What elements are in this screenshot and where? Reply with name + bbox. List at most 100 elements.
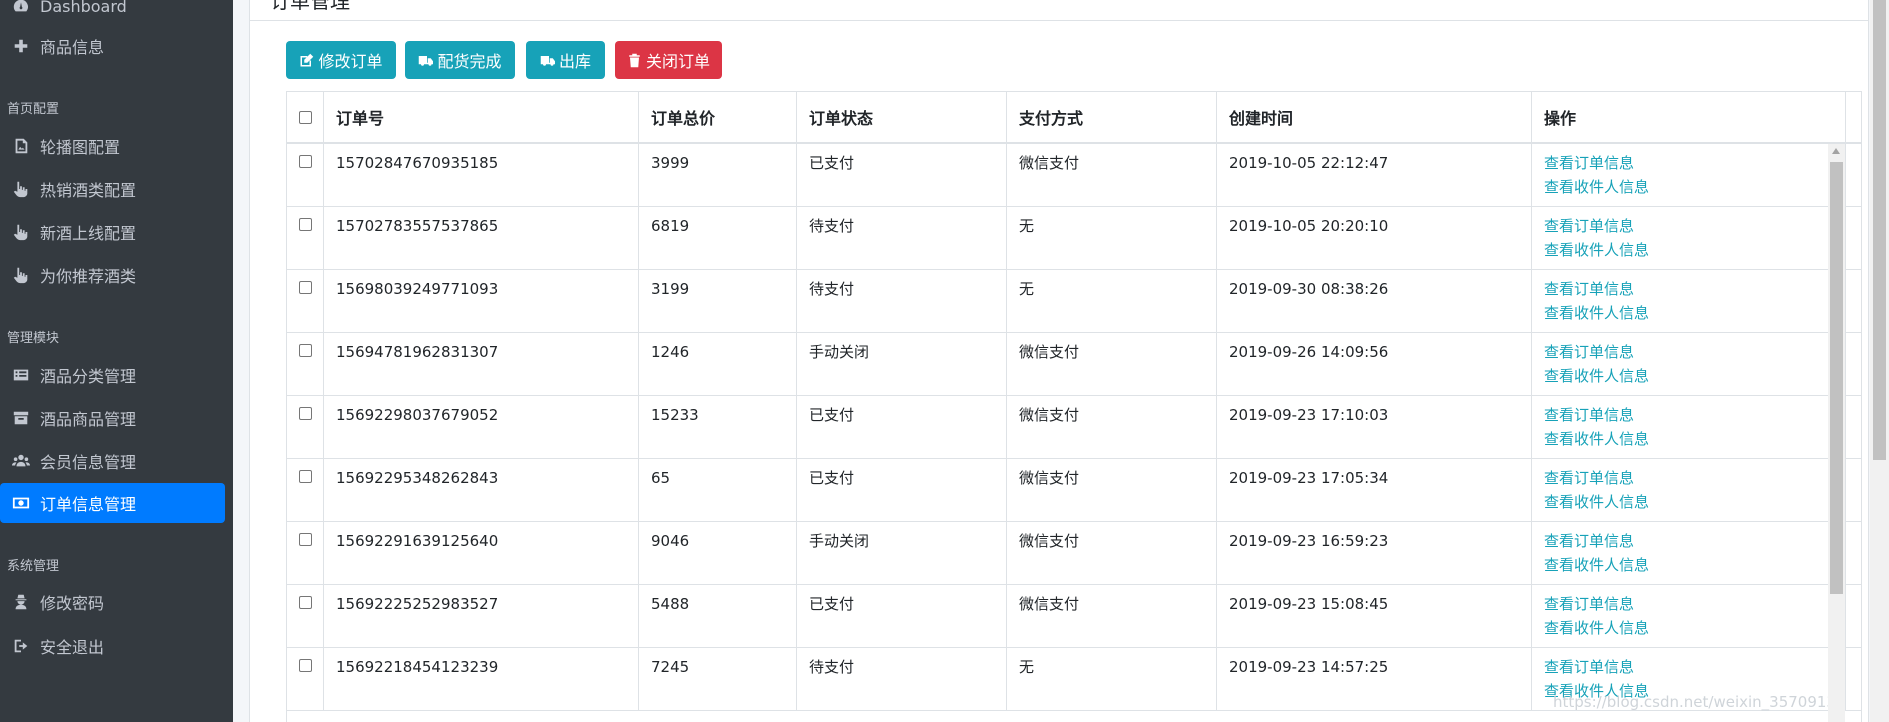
ops-cell: 查看订单信息 查看收件人信息	[1532, 459, 1846, 521]
view-order-link[interactable]: 查看订单信息	[1544, 151, 1845, 175]
view-order-link[interactable]: 查看订单信息	[1544, 277, 1845, 301]
sidebar-item-hot-wine[interactable]: 热销酒类配置	[0, 169, 225, 209]
outbound-button[interactable]: 出库	[526, 41, 605, 79]
order-no-cell: 15702783557537865	[324, 207, 639, 269]
pay-method-cell: 微信支付	[1007, 522, 1217, 584]
ops-cell: 查看订单信息 查看收件人信息	[1532, 333, 1846, 395]
view-order-link[interactable]: 查看订单信息	[1544, 592, 1845, 616]
view-order-link[interactable]: 查看订单信息	[1544, 466, 1845, 490]
sidebar-item-label: 商品信息	[40, 38, 105, 57]
edit-order-button[interactable]: 修改订单	[286, 41, 396, 79]
row-checkbox[interactable]	[299, 470, 312, 483]
table-row: 15698039249771093 3199 待支付无 2019-09-30 08:3…	[287, 270, 1861, 333]
row-checkbox[interactable]	[299, 659, 312, 672]
ops-cell: 查看订单信息 查看收件人信息	[1532, 522, 1846, 584]
close-order-button[interactable]: 关闭订单	[615, 41, 722, 79]
order-no-cell: 15698039249771093	[324, 270, 639, 332]
order-no-cell: 15694781962831307	[324, 333, 639, 395]
row-checkbox[interactable]	[299, 596, 312, 609]
sidebar-item-goods[interactable]: 酒品商品管理	[0, 398, 225, 438]
plus-icon	[10, 35, 32, 57]
row-checkbox[interactable]	[299, 344, 312, 357]
row-select-cell	[287, 522, 324, 584]
sidebar-item-label: 轮播图配置	[40, 138, 121, 157]
total-cell: 6819	[639, 207, 797, 269]
created-time-cell: 2019-09-23 16:59:23	[1217, 522, 1532, 584]
sidebar-item-label: 酒品分类管理	[40, 367, 137, 386]
sidebar-item-label: 新酒上线配置	[40, 224, 137, 243]
total-cell: 7245	[639, 648, 797, 710]
sidebar-item-products[interactable]: 商品信息	[0, 26, 225, 66]
total-cell: 5488	[639, 585, 797, 647]
table-row: 15702847670935185 3999 已支付 微信支付 2019-10-05 2…	[287, 144, 1861, 207]
sidebar-item-members[interactable]: 会员信息管理	[0, 441, 225, 481]
view-order-link[interactable]: 查看订单信息	[1544, 529, 1845, 553]
created-time-cell: 2019-10-05 22:12:47	[1217, 144, 1532, 206]
table-scrollbar[interactable]	[1828, 144, 1845, 722]
status-cell: 手动关闭	[797, 522, 1007, 584]
view-order-link[interactable]: 查看订单信息	[1544, 214, 1845, 238]
sidebar-item-logout[interactable]: 安全退出	[0, 626, 225, 666]
view-receiver-link[interactable]: 查看收件人信息	[1544, 427, 1845, 451]
status-cell: 已支付	[797, 144, 1007, 206]
view-receiver-link[interactable]: 查看收件人信息	[1544, 616, 1845, 640]
table-row: 15694781962831307 1246 手动关闭 微信支付 2019-09-26 …	[287, 333, 1861, 396]
main-content: 订单管理 修改订单 配货完成 出库 关闭订单 订单号 订单总价 订单状态 支付方…	[233, 0, 1889, 722]
page-scrollbar-thumb[interactable]	[1873, 0, 1886, 460]
select-all-checkbox[interactable]	[299, 110, 312, 124]
row-checkbox[interactable]	[299, 407, 312, 420]
view-order-link[interactable]: 查看订单信息	[1544, 655, 1845, 679]
page-scrollbar[interactable]	[1870, 0, 1889, 722]
scroll-up-arrow-icon[interactable]	[1832, 148, 1840, 154]
table-row: 15692298037679052 15233 已支付 微信支付 2019-09-23 …	[287, 396, 1861, 459]
view-receiver-link[interactable]: 查看收件人信息	[1544, 238, 1845, 262]
list-alt-icon	[10, 364, 32, 386]
table-row: 15702783557537865 6819 待支付无 2019-10-05 20:2…	[287, 207, 1861, 270]
sign-out-icon	[10, 635, 32, 657]
sidebar-item-recommend[interactable]: 为你推荐酒类	[0, 255, 225, 295]
sidebar-item-carousel[interactable]: 轮播图配置	[0, 126, 225, 166]
header-order-no: 订单号	[324, 92, 639, 142]
view-receiver-link[interactable]: 查看收件人信息	[1544, 553, 1845, 577]
row-select-cell	[287, 144, 324, 206]
table-scrollbar-thumb[interactable]	[1830, 162, 1843, 594]
header-status: 订单状态	[797, 92, 1007, 142]
status-cell: 手动关闭	[797, 333, 1007, 395]
total-cell: 3999	[639, 144, 797, 206]
nav-header-management: 管理模块	[7, 331, 60, 346]
view-order-link[interactable]: 查看订单信息	[1544, 340, 1845, 364]
card-divider	[250, 20, 1868, 21]
sidebar-item-dashboard[interactable]: Dashboard	[0, 0, 225, 26]
row-checkbox[interactable]	[299, 281, 312, 294]
page-title: 订单管理	[270, 0, 350, 13]
pay-method-cell: 微信支付	[1007, 144, 1217, 206]
table-row: 15692225252983527 5488 已支付 微信支付 2019-09-23 1…	[287, 585, 1861, 648]
sidebar-item-new-wine[interactable]: 新酒上线配置	[0, 212, 225, 252]
order-no-cell: 15702847670935185	[324, 144, 639, 206]
view-receiver-link[interactable]: 查看收件人信息	[1544, 364, 1845, 388]
row-select-cell	[287, 207, 324, 269]
status-cell: 待支付	[797, 270, 1007, 332]
total-cell: 3199	[639, 270, 797, 332]
view-receiver-link[interactable]: 查看收件人信息	[1544, 301, 1845, 325]
table-row: 15692291639125640 9046 手动关闭 微信支付 2019-09-23 …	[287, 522, 1861, 585]
row-checkbox[interactable]	[299, 533, 312, 546]
row-select-cell	[287, 333, 324, 395]
sidebar-item-change-password[interactable]: 修改密码	[0, 582, 225, 622]
sidebar-item-orders[interactable]: 订单信息管理	[0, 483, 225, 523]
trash-icon	[629, 53, 640, 67]
view-order-link[interactable]: 查看订单信息	[1544, 403, 1845, 427]
hand-pointer-icon	[10, 221, 32, 243]
row-select-cell	[287, 585, 324, 647]
sidebar-item-label: 热销酒类配置	[40, 181, 137, 200]
sidebar-item-label: Dashboard	[40, 0, 127, 16]
row-checkbox[interactable]	[299, 218, 312, 231]
image-icon	[10, 135, 32, 157]
status-cell: 已支付	[797, 459, 1007, 521]
dashboard-icon	[10, 0, 32, 17]
row-checkbox[interactable]	[299, 155, 312, 168]
view-receiver-link[interactable]: 查看收件人信息	[1544, 175, 1845, 199]
view-receiver-link[interactable]: 查看收件人信息	[1544, 490, 1845, 514]
delivery-complete-button[interactable]: 配货完成	[405, 41, 515, 79]
sidebar-item-category[interactable]: 酒品分类管理	[0, 355, 225, 395]
